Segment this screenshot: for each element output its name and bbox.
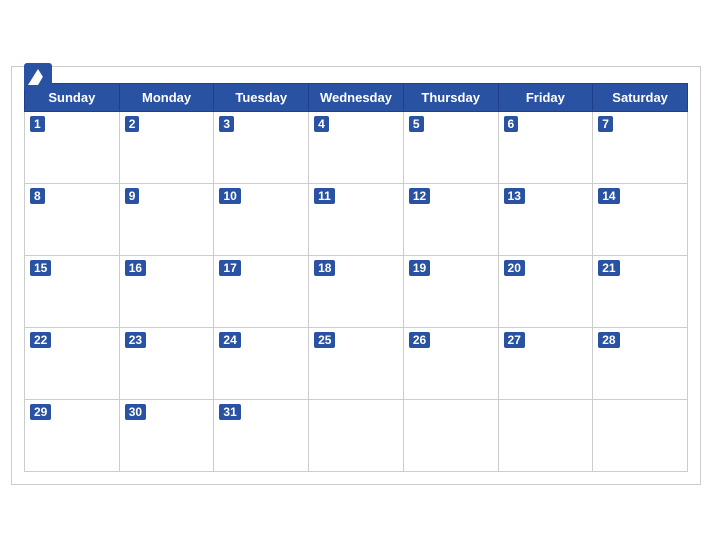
logo <box>24 63 56 91</box>
date-number: 19 <box>409 260 430 276</box>
calendar-cell: 7 <box>593 111 688 183</box>
calendar-cell <box>498 399 593 471</box>
calendar-week-row: 29 30 31 <box>25 399 688 471</box>
calendar-week-row: 8 9 10 11 12 13 14 <box>25 183 688 255</box>
day-header-wednesday: Wednesday <box>309 83 404 111</box>
calendar-cell: 14 <box>593 183 688 255</box>
calendar-cell: 10 <box>214 183 309 255</box>
calendar-week-row: 1 2 3 4 5 6 7 <box>25 111 688 183</box>
calendar-cell: 9 <box>119 183 214 255</box>
date-number: 29 <box>30 404 51 420</box>
day-header-tuesday: Tuesday <box>214 83 309 111</box>
calendar-cell <box>593 399 688 471</box>
date-number: 9 <box>125 188 140 204</box>
date-number: 28 <box>598 332 619 348</box>
date-number: 21 <box>598 260 619 276</box>
logo-icon <box>24 63 52 91</box>
calendar-cell: 17 <box>214 255 309 327</box>
date-number: 5 <box>409 116 424 132</box>
date-number: 4 <box>314 116 329 132</box>
date-number: 30 <box>125 404 146 420</box>
calendar-cell: 21 <box>593 255 688 327</box>
calendar-cell: 25 <box>309 327 404 399</box>
calendar-cell: 2 <box>119 111 214 183</box>
date-number: 2 <box>125 116 140 132</box>
calendar-cell: 27 <box>498 327 593 399</box>
date-number: 13 <box>504 188 525 204</box>
date-number: 17 <box>219 260 240 276</box>
calendar-cell: 29 <box>25 399 120 471</box>
date-number: 31 <box>219 404 240 420</box>
calendar-cell <box>403 399 498 471</box>
date-number: 18 <box>314 260 335 276</box>
date-number: 25 <box>314 332 335 348</box>
calendar-cell: 22 <box>25 327 120 399</box>
date-number: 23 <box>125 332 146 348</box>
date-number: 16 <box>125 260 146 276</box>
calendar-cell: 13 <box>498 183 593 255</box>
calendar-cell: 16 <box>119 255 214 327</box>
calendar-cell: 31 <box>214 399 309 471</box>
day-header-friday: Friday <box>498 83 593 111</box>
calendar-thead: SundayMondayTuesdayWednesdayThursdayFrid… <box>25 83 688 111</box>
calendar-cell: 30 <box>119 399 214 471</box>
date-number: 8 <box>30 188 45 204</box>
date-number: 15 <box>30 260 51 276</box>
date-number: 7 <box>598 116 613 132</box>
calendar-tbody: 1234567891011121314151617181920212223242… <box>25 111 688 471</box>
date-number: 6 <box>504 116 519 132</box>
date-number: 27 <box>504 332 525 348</box>
calendar-cell: 19 <box>403 255 498 327</box>
calendar-week-row: 15 16 17 18 19 20 21 <box>25 255 688 327</box>
calendar-cell: 24 <box>214 327 309 399</box>
date-number: 26 <box>409 332 430 348</box>
calendar-week-row: 22 23 24 25 26 27 28 <box>25 327 688 399</box>
date-number: 20 <box>504 260 525 276</box>
date-number: 10 <box>219 188 240 204</box>
date-number: 22 <box>30 332 51 348</box>
day-header-saturday: Saturday <box>593 83 688 111</box>
date-number: 24 <box>219 332 240 348</box>
calendar-table: SundayMondayTuesdayWednesdayThursdayFrid… <box>24 83 688 472</box>
days-header-row: SundayMondayTuesdayWednesdayThursdayFrid… <box>25 83 688 111</box>
calendar-cell: 18 <box>309 255 404 327</box>
calendar-cell: 6 <box>498 111 593 183</box>
calendar-cell: 15 <box>25 255 120 327</box>
calendar-cell: 8 <box>25 183 120 255</box>
date-number: 3 <box>219 116 234 132</box>
date-number: 14 <box>598 188 619 204</box>
day-header-thursday: Thursday <box>403 83 498 111</box>
calendar-cell: 20 <box>498 255 593 327</box>
day-header-monday: Monday <box>119 83 214 111</box>
calendar-cell: 3 <box>214 111 309 183</box>
calendar-container: SundayMondayTuesdayWednesdayThursdayFrid… <box>11 66 701 485</box>
calendar-cell <box>309 399 404 471</box>
date-number: 12 <box>409 188 430 204</box>
calendar-cell: 5 <box>403 111 498 183</box>
calendar-cell: 23 <box>119 327 214 399</box>
calendar-cell: 28 <box>593 327 688 399</box>
date-number: 1 <box>30 116 45 132</box>
calendar-cell: 26 <box>403 327 498 399</box>
calendar-cell: 1 <box>25 111 120 183</box>
date-number: 11 <box>314 188 335 204</box>
calendar-cell: 12 <box>403 183 498 255</box>
calendar-cell: 11 <box>309 183 404 255</box>
calendar-cell: 4 <box>309 111 404 183</box>
